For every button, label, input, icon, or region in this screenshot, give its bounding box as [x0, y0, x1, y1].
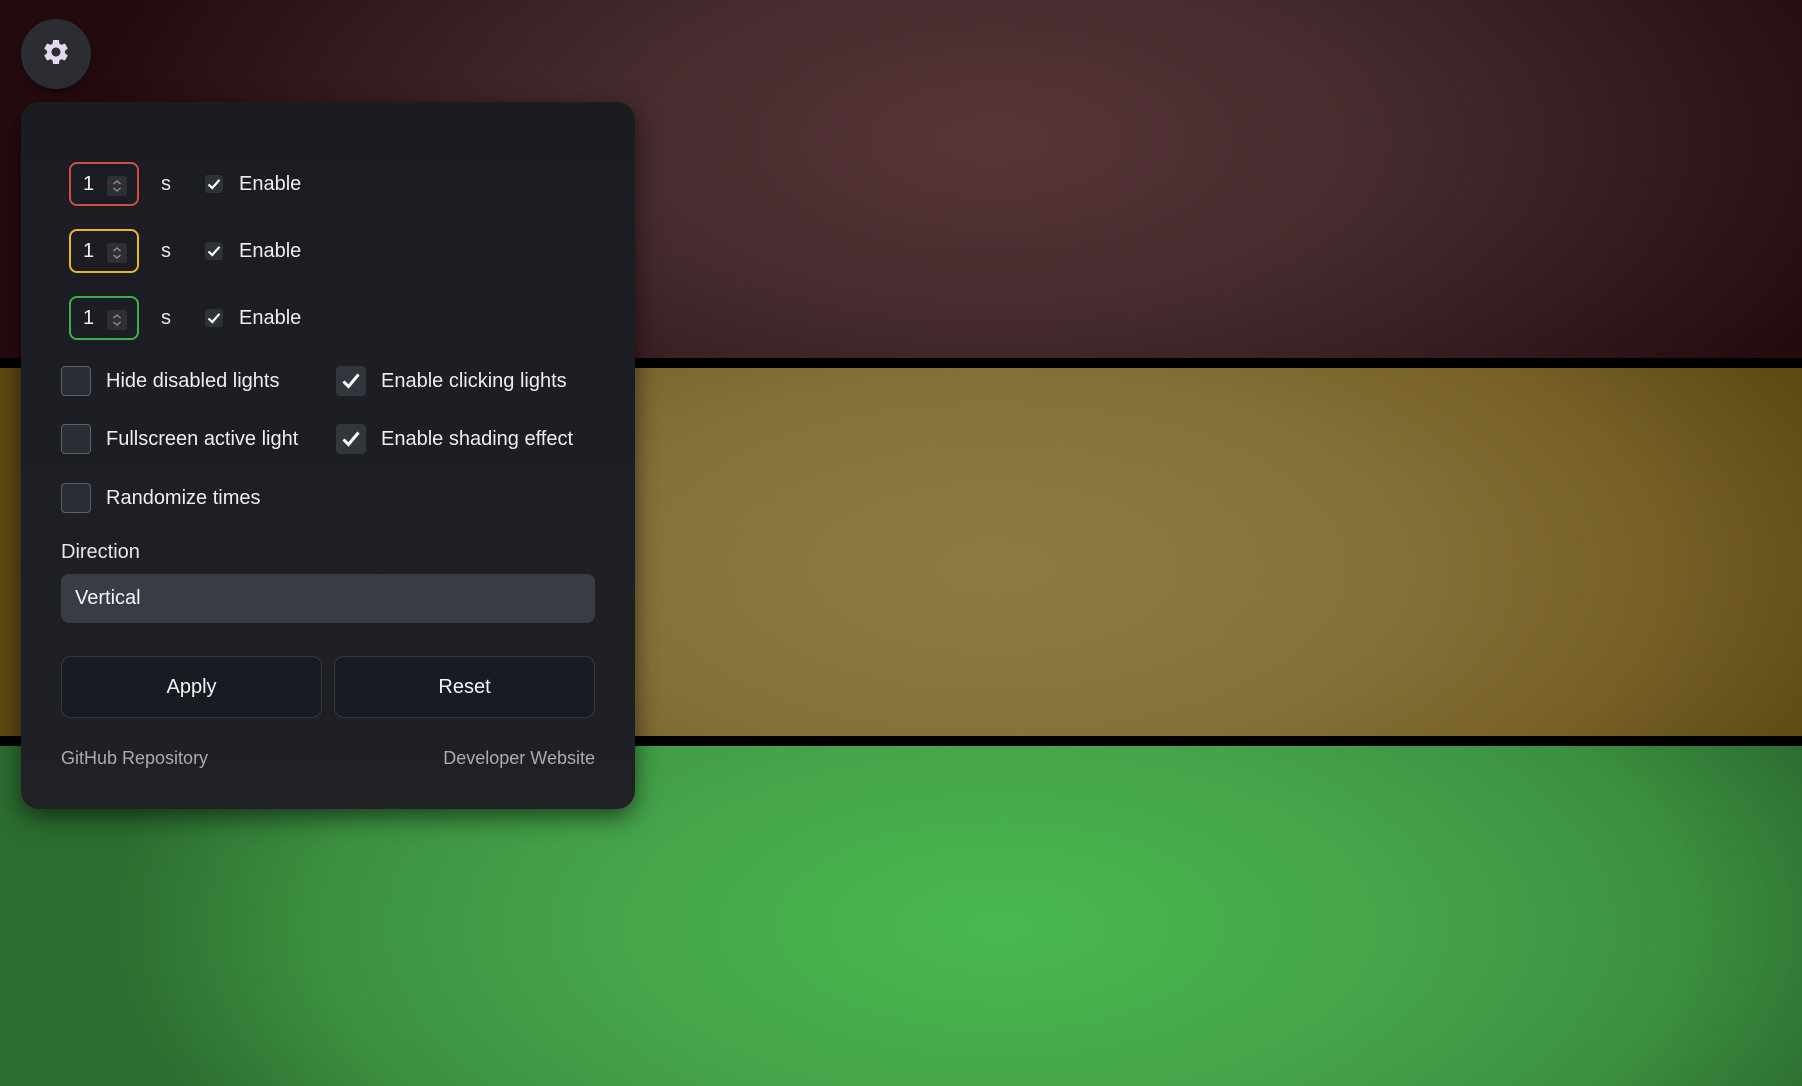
spinner-icon[interactable]	[107, 310, 127, 330]
reset-button[interactable]: Reset	[334, 656, 595, 718]
green-duration-input[interactable]: 1	[69, 296, 139, 340]
randomize-times-checkbox[interactable]	[61, 483, 91, 513]
yellow-duration-input[interactable]: 1	[69, 229, 139, 273]
apply-button[interactable]: Apply	[61, 656, 322, 718]
green-duration-unit: s	[161, 306, 171, 329]
checkmark-icon	[207, 246, 221, 257]
red-duration-row: 1 s Enable	[69, 160, 301, 208]
enable-shading-option[interactable]: Enable shading effect	[336, 424, 573, 454]
settings-panel: 1 s Enable 1 s Enable 1 s Enable Hide di…	[21, 102, 635, 809]
checkmark-icon	[207, 179, 221, 190]
red-duration-value: 1	[83, 172, 95, 195]
fullscreen-active-label: Fullscreen active light	[106, 427, 299, 450]
red-duration-input[interactable]: 1	[69, 162, 139, 206]
direction-selected-value: Vertical	[75, 587, 141, 609]
spinner-icon[interactable]	[107, 176, 127, 196]
fullscreen-active-option[interactable]: Fullscreen active light	[61, 424, 298, 454]
checkmark-icon	[342, 431, 360, 447]
green-duration-row: 1 s Enable	[69, 294, 301, 342]
spinner-icon[interactable]	[107, 243, 127, 263]
direction-select[interactable]: Vertical	[61, 574, 595, 623]
enable-clicking-checkbox[interactable]	[336, 366, 366, 396]
yellow-duration-unit: s	[161, 239, 171, 262]
developer-website-link[interactable]: Developer Website	[443, 748, 595, 769]
checkmark-icon	[207, 313, 221, 324]
settings-button[interactable]	[21, 19, 91, 89]
github-repository-link[interactable]: GitHub Repository	[61, 748, 208, 769]
red-enable-checkbox[interactable]	[205, 175, 223, 193]
checkmark-icon	[342, 373, 360, 389]
red-duration-unit: s	[161, 172, 171, 195]
green-enable-checkbox[interactable]	[205, 309, 223, 327]
yellow-duration-value: 1	[83, 239, 95, 262]
green-duration-value: 1	[83, 306, 95, 329]
yellow-enable-checkbox[interactable]	[205, 242, 223, 260]
hide-disabled-checkbox[interactable]	[61, 366, 91, 396]
enable-shading-checkbox[interactable]	[336, 424, 366, 454]
red-enable-label: Enable	[239, 172, 302, 195]
hide-disabled-label: Hide disabled lights	[106, 369, 280, 392]
gear-icon	[41, 37, 71, 72]
enable-shading-label: Enable shading effect	[381, 427, 574, 450]
yellow-duration-row: 1 s Enable	[69, 227, 301, 275]
randomize-times-label: Randomize times	[106, 486, 261, 509]
direction-label: Direction	[61, 541, 140, 563]
fullscreen-active-checkbox[interactable]	[61, 424, 91, 454]
hide-disabled-option[interactable]: Hide disabled lights	[61, 366, 279, 396]
randomize-times-option[interactable]: Randomize times	[61, 483, 261, 513]
green-enable-label: Enable	[239, 306, 302, 329]
enable-clicking-label: Enable clicking lights	[381, 369, 567, 392]
enable-clicking-option[interactable]: Enable clicking lights	[336, 366, 567, 396]
yellow-enable-label: Enable	[239, 239, 302, 262]
